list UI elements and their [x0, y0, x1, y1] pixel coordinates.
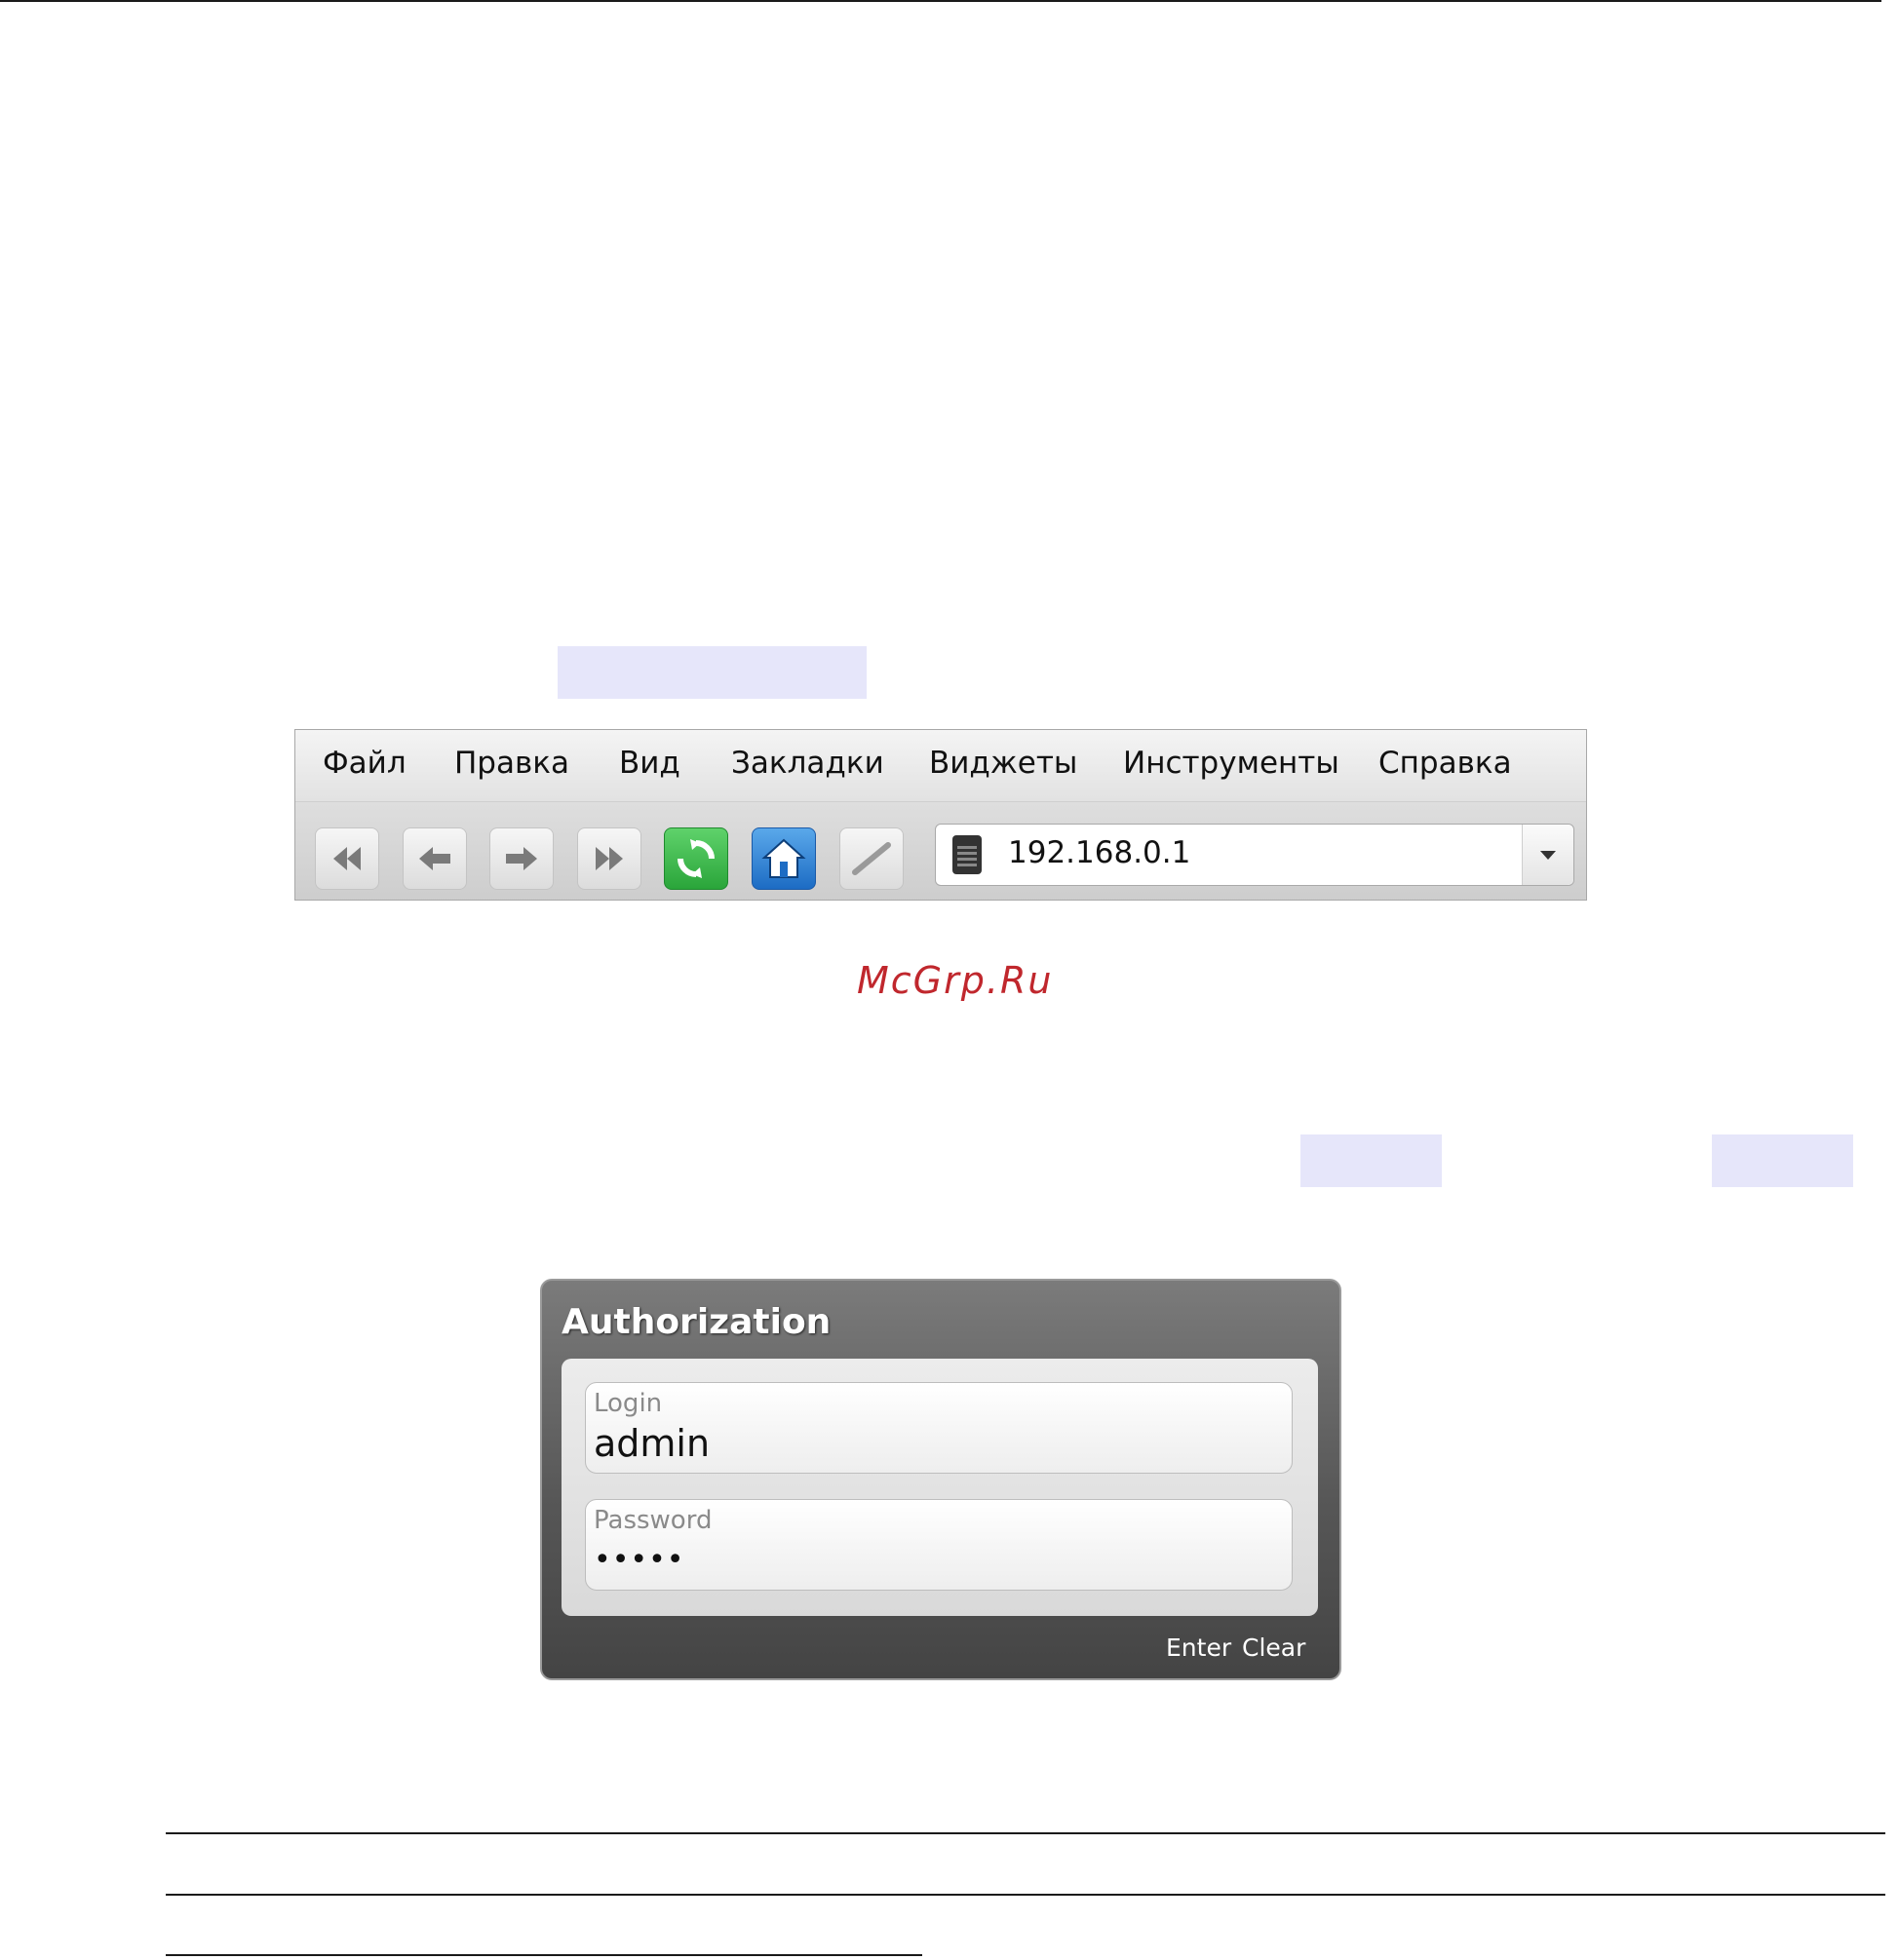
fast-forward-button[interactable]: [577, 827, 641, 890]
address-dropdown-button[interactable]: [1522, 825, 1573, 885]
chevron-down-icon: [1540, 851, 1556, 860]
menu-help[interactable]: Справка: [1378, 746, 1512, 781]
login-field[interactable]: Login admin: [585, 1382, 1293, 1474]
back-arrow-icon: [419, 847, 450, 870]
password-label: Password: [594, 1506, 713, 1535]
back-button[interactable]: [403, 827, 467, 890]
menu-tools[interactable]: Инструменты: [1123, 746, 1339, 781]
menu-file[interactable]: Файл: [323, 746, 407, 781]
reload-button[interactable]: [664, 827, 728, 890]
menu-view[interactable]: Вид: [619, 746, 680, 781]
footer-rule-3: [166, 1954, 922, 1956]
login-value[interactable]: admin: [594, 1422, 710, 1465]
top-rule: [0, 0, 1881, 2]
menu-bar: Файл Правка Вид Закладки Виджеты Инструм…: [295, 730, 1586, 802]
footer-rule-1: [166, 1832, 1885, 1834]
address-bar[interactable]: 192.168.0.1: [935, 824, 1574, 886]
reload-icon: [678, 839, 715, 878]
highlight-box: [1300, 1134, 1442, 1187]
dialog-title: Authorization: [562, 1302, 832, 1342]
edit-pen-icon: [852, 842, 891, 875]
footer-rule-2: [166, 1894, 1885, 1896]
authorization-dialog: Authorization Login admin Password •••••…: [540, 1279, 1341, 1680]
auth-fields-panel: Login admin Password •••••: [562, 1359, 1318, 1616]
fast-forward-icon: [596, 847, 623, 870]
rewind-button[interactable]: [315, 827, 379, 890]
forward-arrow-icon: [506, 847, 537, 870]
menu-edit[interactable]: Правка: [454, 746, 569, 781]
rewind-icon: [333, 847, 361, 870]
forward-button[interactable]: [489, 827, 554, 890]
password-value[interactable]: •••••: [594, 1543, 684, 1577]
login-label: Login: [594, 1389, 663, 1418]
menu-bookmarks[interactable]: Закладки: [731, 746, 884, 781]
home-button[interactable]: [752, 827, 816, 890]
clear-button[interactable]: Clear: [1242, 1633, 1305, 1662]
browser-window: Файл Правка Вид Закладки Виджеты Инструм…: [294, 729, 1587, 901]
edit-button[interactable]: [839, 827, 904, 890]
address-text[interactable]: 192.168.0.1: [1008, 835, 1190, 870]
home-icon: [761, 838, 806, 878]
password-field[interactable]: Password •••••: [585, 1499, 1293, 1591]
enter-button[interactable]: Enter: [1166, 1633, 1231, 1662]
menu-widgets[interactable]: Виджеты: [929, 746, 1077, 781]
page-icon: [952, 835, 982, 874]
watermark: McGrp.Ru: [857, 959, 1054, 1002]
highlight-box: [1712, 1134, 1853, 1187]
highlight-box: [558, 646, 867, 699]
